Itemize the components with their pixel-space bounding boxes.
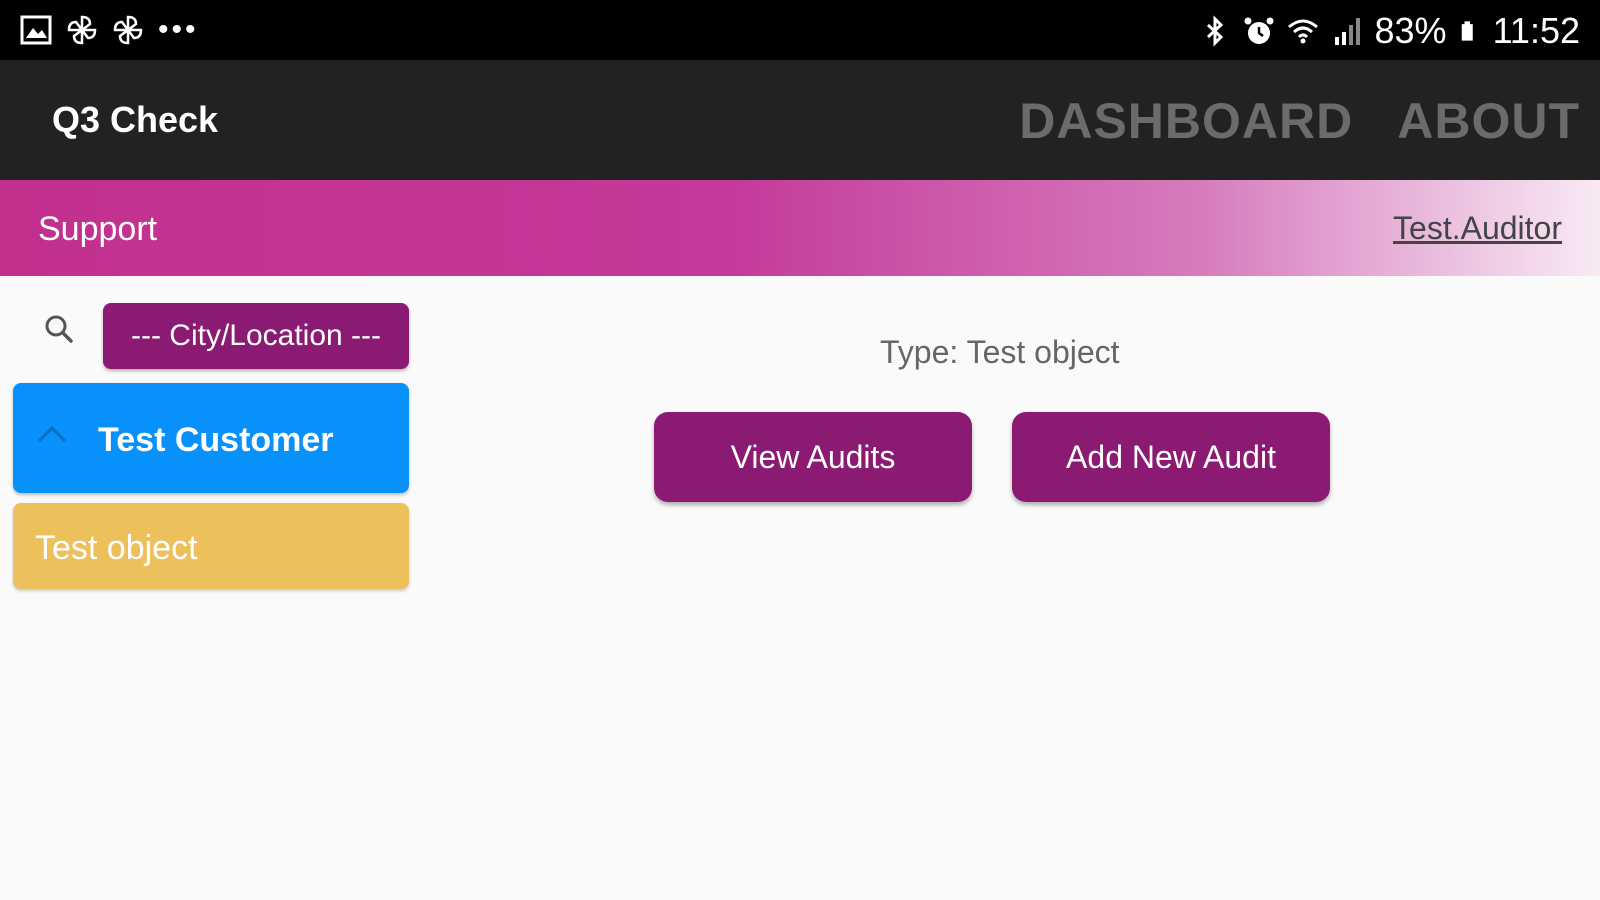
location-select[interactable]: --- City/Location --- xyxy=(103,303,409,369)
status-left: ••• xyxy=(20,14,199,46)
object-type-label: Type: Test object xyxy=(880,334,1120,370)
alarm-icon xyxy=(1244,17,1274,44)
battery-icon xyxy=(1461,21,1473,41)
add-new-audit-button[interactable]: Add New Audit xyxy=(1012,412,1330,502)
app-bar: Q3 Check DASHBOARD ABOUT xyxy=(0,60,1600,180)
bluetooth-icon xyxy=(1206,15,1223,47)
clock: 11:52 xyxy=(1492,10,1580,51)
object-label: Test object xyxy=(35,529,198,567)
pinwheel-icon xyxy=(67,15,97,45)
nav-dashboard[interactable]: DASHBOARD xyxy=(1019,92,1353,150)
user-link[interactable]: Test.Auditor xyxy=(1393,210,1562,247)
status-bar: ••• 83% 11:52 xyxy=(0,0,1600,60)
chevron-up-icon xyxy=(37,425,67,443)
signal-icon xyxy=(1334,18,1360,45)
nav-about[interactable]: ABOUT xyxy=(1397,92,1580,150)
customer-item[interactable]: Test Customer xyxy=(13,383,409,493)
status-right: 83% 11:52 xyxy=(1199,10,1580,52)
section-header: Support Test.Auditor xyxy=(0,180,1600,276)
top-nav: DASHBOARD ABOUT xyxy=(1019,92,1580,150)
battery-percent: 83% xyxy=(1374,10,1447,51)
view-audits-button[interactable]: View Audits xyxy=(654,412,972,502)
object-item[interactable]: Test object xyxy=(13,503,409,589)
app-title: Q3 Check xyxy=(52,99,219,140)
search-icon[interactable] xyxy=(42,312,76,346)
more-notifications-icon: ••• xyxy=(158,13,199,46)
section-title: Support xyxy=(38,210,158,248)
customer-label: Test Customer xyxy=(98,421,334,459)
gallery-icon xyxy=(20,15,52,45)
pinwheel-icon xyxy=(113,15,143,45)
wifi-icon xyxy=(1287,19,1318,44)
